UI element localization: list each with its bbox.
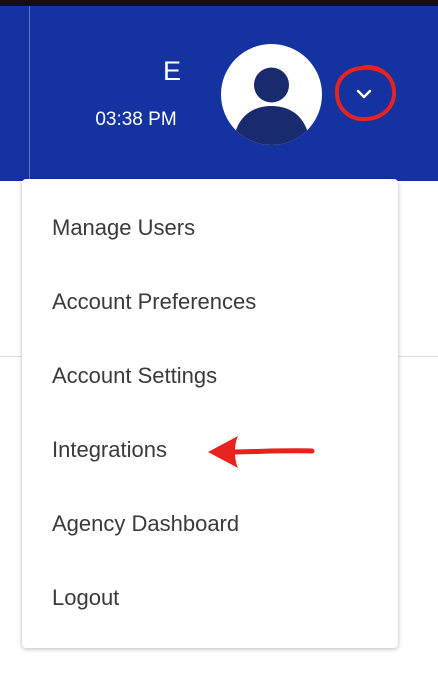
menu-item-account-settings[interactable]: Account Settings (22, 346, 398, 406)
user-initial: E (162, 56, 181, 86)
user-silhouette-icon (233, 67, 310, 145)
menu-item-logout[interactable]: Logout (22, 568, 398, 628)
header-divider (29, 6, 30, 181)
chevron-down-icon (356, 89, 372, 99)
account-dropdown-toggle[interactable] (334, 64, 396, 122)
menu-item-manage-users[interactable]: Manage Users (22, 198, 398, 258)
user-avatar[interactable] (221, 44, 322, 145)
red-arrow-annotation (204, 430, 316, 472)
highlight-circle-annotation (334, 64, 396, 122)
menu-item-account-preferences[interactable]: Account Preferences (22, 272, 398, 332)
menu-item-agency-dashboard[interactable]: Agency Dashboard (22, 494, 398, 554)
current-time: 03:38 PM (95, 109, 177, 130)
account-dropdown-menu: Manage Users Account Preferences Account… (22, 179, 398, 648)
